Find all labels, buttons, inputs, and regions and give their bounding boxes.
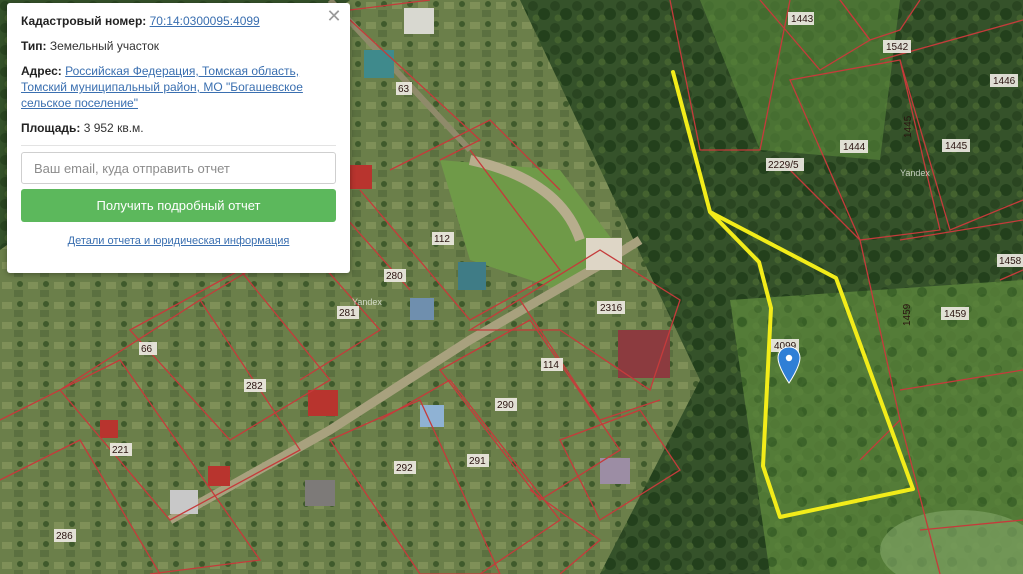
get-report-button[interactable]: Получить подробный отчет [21, 189, 336, 222]
plot-label: 1445 [942, 139, 970, 152]
plot-label: 1443 [788, 12, 814, 25]
svg-text:281: 281 [339, 308, 356, 319]
address-link-line2[interactable]: Томский муниципальный район, МО "Богашев… [21, 80, 303, 94]
divider [21, 145, 336, 146]
svg-text:114: 114 [543, 360, 559, 371]
plot-label: 282 [244, 379, 266, 392]
plot-label: 2229/5 [766, 158, 804, 171]
plot-label: 221 [110, 443, 132, 456]
svg-text:282: 282 [246, 381, 263, 392]
svg-text:1443: 1443 [791, 14, 814, 25]
address-row: Адрес: Российская Федерация, Томская обл… [21, 63, 336, 111]
svg-text:2229/5: 2229/5 [768, 160, 799, 171]
plot-label: 286 [54, 529, 76, 542]
email-field[interactable] [21, 152, 336, 184]
address-label: Адрес: [21, 64, 62, 78]
plot-label: 112 [432, 232, 454, 245]
plot-label: 291 [467, 454, 489, 467]
svg-text:1542: 1542 [886, 42, 909, 53]
svg-text:66: 66 [141, 344, 153, 355]
plot-label: 66 [139, 342, 157, 355]
svg-text:1445: 1445 [945, 141, 968, 152]
plot-label: 1542 [883, 40, 911, 53]
plot-label: 1459 [941, 307, 969, 320]
yandex-watermark: Yandex [352, 297, 382, 307]
type-row: Тип: Земельный участок [21, 38, 336, 54]
svg-text:1459: 1459 [902, 303, 913, 326]
plot-label: 2316 [597, 301, 625, 314]
svg-text:292: 292 [396, 463, 413, 474]
plot-label: 1446 [990, 74, 1018, 87]
cadastral-number-link[interactable]: 70:14:0300095:4099 [150, 14, 260, 28]
svg-text:2316: 2316 [600, 303, 623, 314]
plot-label: 1445 [903, 115, 914, 138]
address-link-line1[interactable]: Российская Федерация, Томская область, [65, 64, 299, 78]
svg-text:280: 280 [386, 271, 403, 282]
svg-text:1445: 1445 [903, 115, 914, 138]
type-label: Тип: [21, 39, 47, 53]
plot-label: 281 [337, 306, 359, 319]
plot-label: 290 [495, 398, 517, 411]
plot-label: 1459 [902, 303, 913, 326]
plot-label: 1444 [840, 140, 868, 153]
type-value: Земельный участок [49, 39, 160, 53]
area-label: Площадь: [21, 121, 81, 135]
plot-label: 63 [396, 82, 412, 95]
close-icon[interactable]: ✕ [326, 7, 342, 25]
svg-text:112: 112 [434, 234, 450, 245]
svg-text:286: 286 [56, 531, 73, 542]
svg-text:221: 221 [112, 445, 129, 456]
report-details-link[interactable]: Детали отчета и юридическая информация [21, 235, 336, 247]
yandex-watermark: Yandex [900, 168, 930, 178]
parcel-info-card: ✕ Кадастровый номер: 70:14:0300095:4099 … [7, 3, 350, 273]
svg-text:1458: 1458 [999, 256, 1022, 267]
svg-text:1444: 1444 [843, 142, 866, 153]
address-link-line3[interactable]: сельское поселение" [21, 96, 138, 110]
svg-text:1459: 1459 [944, 309, 967, 320]
cadastral-label: Кадастровый номер: [21, 14, 147, 28]
area-value: 3 952 кв.м. [83, 121, 144, 135]
plot-label: 292 [394, 461, 416, 474]
area-row: Площадь: 3 952 кв.м. [21, 120, 336, 136]
svg-text:1446: 1446 [993, 76, 1016, 87]
svg-text:291: 291 [469, 456, 486, 467]
plot-label: 1458 [997, 254, 1023, 267]
cadastral-row: Кадастровый номер: 70:14:0300095:4099 [21, 13, 336, 29]
svg-text:290: 290 [497, 400, 514, 411]
plot-label: 280 [384, 269, 406, 282]
plot-label: 114 [541, 358, 563, 371]
svg-text:63: 63 [398, 84, 410, 95]
